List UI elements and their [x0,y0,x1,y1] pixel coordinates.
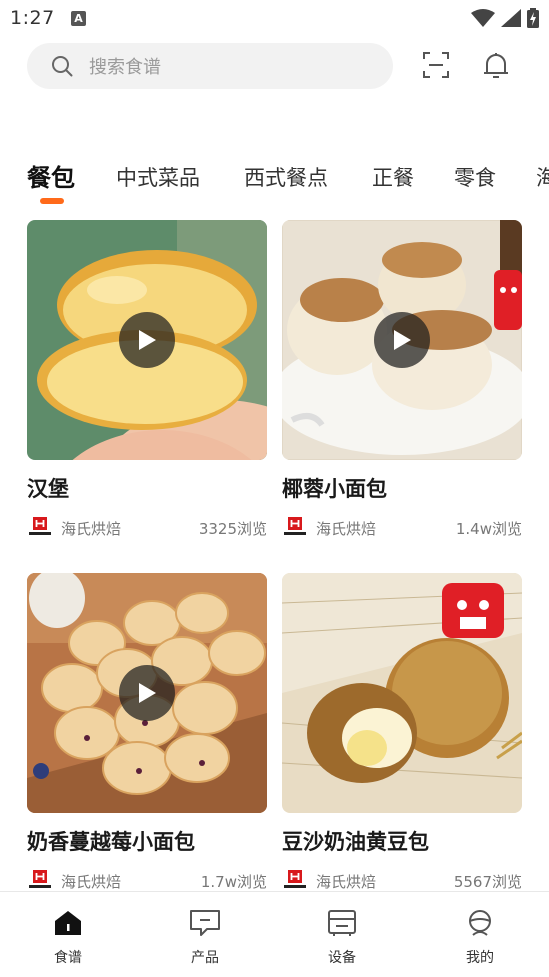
nav-label: 产品 [191,950,219,966]
recipe-card[interactable]: 椰蓉小面包 海氏烘焙 1.4w浏览 [282,220,522,540]
status-time: 1:27 [10,7,55,29]
product-message-icon [189,908,221,938]
search-input[interactable]: 搜索食谱 [27,43,393,89]
tab-canbao[interactable]: 餐包 [27,158,75,198]
recipe-title: 椰蓉小面包 [282,477,387,501]
active-tab-indicator [40,198,64,204]
play-icon [394,330,411,350]
recipe-meta: 海氏烘焙 1.4w浏览 [282,517,522,539]
device-icon [326,908,358,938]
category-tabs: 餐包 中式菜品 西式餐点 正餐 零食 海 [0,158,549,208]
recipe-meta: 海氏烘焙 1.7w浏览 [27,870,267,892]
recipe-title: 汉堡 [27,477,69,501]
nav-label: 我的 [466,950,494,966]
tab-main-meal[interactable]: 正餐 [372,158,414,198]
bell-icon [484,53,508,78]
wifi-icon [471,9,495,27]
nav-label: 食谱 [54,950,82,966]
play-video-button[interactable] [119,665,175,721]
recipe-meta: 海氏烘焙 3325浏览 [27,517,267,539]
brand-logo-icon [284,517,306,535]
profile-icon [464,908,496,938]
recipe-thumbnail [282,220,522,460]
scan-button[interactable] [420,49,452,81]
scan-icon [423,52,449,78]
recipe-card[interactable]: 豆沙奶油黄豆包 海氏烘焙 5567浏览 [282,573,522,891]
status-bar: 1:27 A [0,0,549,38]
notification-a-icon: A [71,11,86,26]
recipe-title: 奶香蔓越莓小面包 [27,830,195,854]
brand-name: 海氏烘焙 [61,873,122,891]
signal-icon [501,9,521,27]
search-placeholder: 搜索食谱 [89,57,161,78]
play-video-button[interactable] [119,312,175,368]
brand-name: 海氏烘焙 [316,873,377,891]
brand-logo-icon [29,517,51,535]
battery-charging-icon [527,8,539,28]
status-indicators [471,8,539,28]
view-count: 1.7w浏览 [200,873,267,891]
play-video-button[interactable] [374,312,430,368]
nav-profile[interactable]: 我的 [440,908,520,967]
view-count: 3325浏览 [198,520,267,538]
nav-recipes[interactable]: 食谱 [28,908,108,967]
recipe-title: 豆沙奶油黄豆包 [282,830,429,854]
tab-snacks[interactable]: 零食 [454,158,496,198]
notification-button[interactable] [480,50,512,82]
tab-more[interactable]: 海 [536,158,549,198]
recipe-thumbnail [27,220,267,460]
recipe-home-icon [52,908,84,938]
view-count: 1.4w浏览 [455,520,522,538]
brand-logo-icon [284,870,306,888]
bottom-navigation: 食谱 产品 设备 我的 [0,891,549,977]
nav-devices[interactable]: 设备 [302,908,382,967]
search-icon [51,55,73,77]
tab-western-dishes[interactable]: 西式餐点 [244,158,328,198]
recipe-thumbnail [282,573,522,813]
recipe-card[interactable]: 奶香蔓越莓小面包 海氏烘焙 1.7w浏览 [27,573,267,891]
nav-products[interactable]: 产品 [165,908,245,967]
nav-label: 设备 [328,950,356,966]
view-count: 5567浏览 [453,873,522,891]
brand-name: 海氏烘焙 [61,520,122,538]
recipe-meta: 海氏烘焙 5567浏览 [282,870,522,892]
recipe-card[interactable]: 汉堡 海氏烘焙 3325浏览 [27,220,267,540]
tab-chinese-dishes[interactable]: 中式菜品 [116,158,200,198]
play-icon [139,683,156,703]
play-icon [139,330,156,350]
brand-logo-icon [29,870,51,888]
brand-name: 海氏烘焙 [316,520,377,538]
recipe-thumbnail [27,573,267,813]
